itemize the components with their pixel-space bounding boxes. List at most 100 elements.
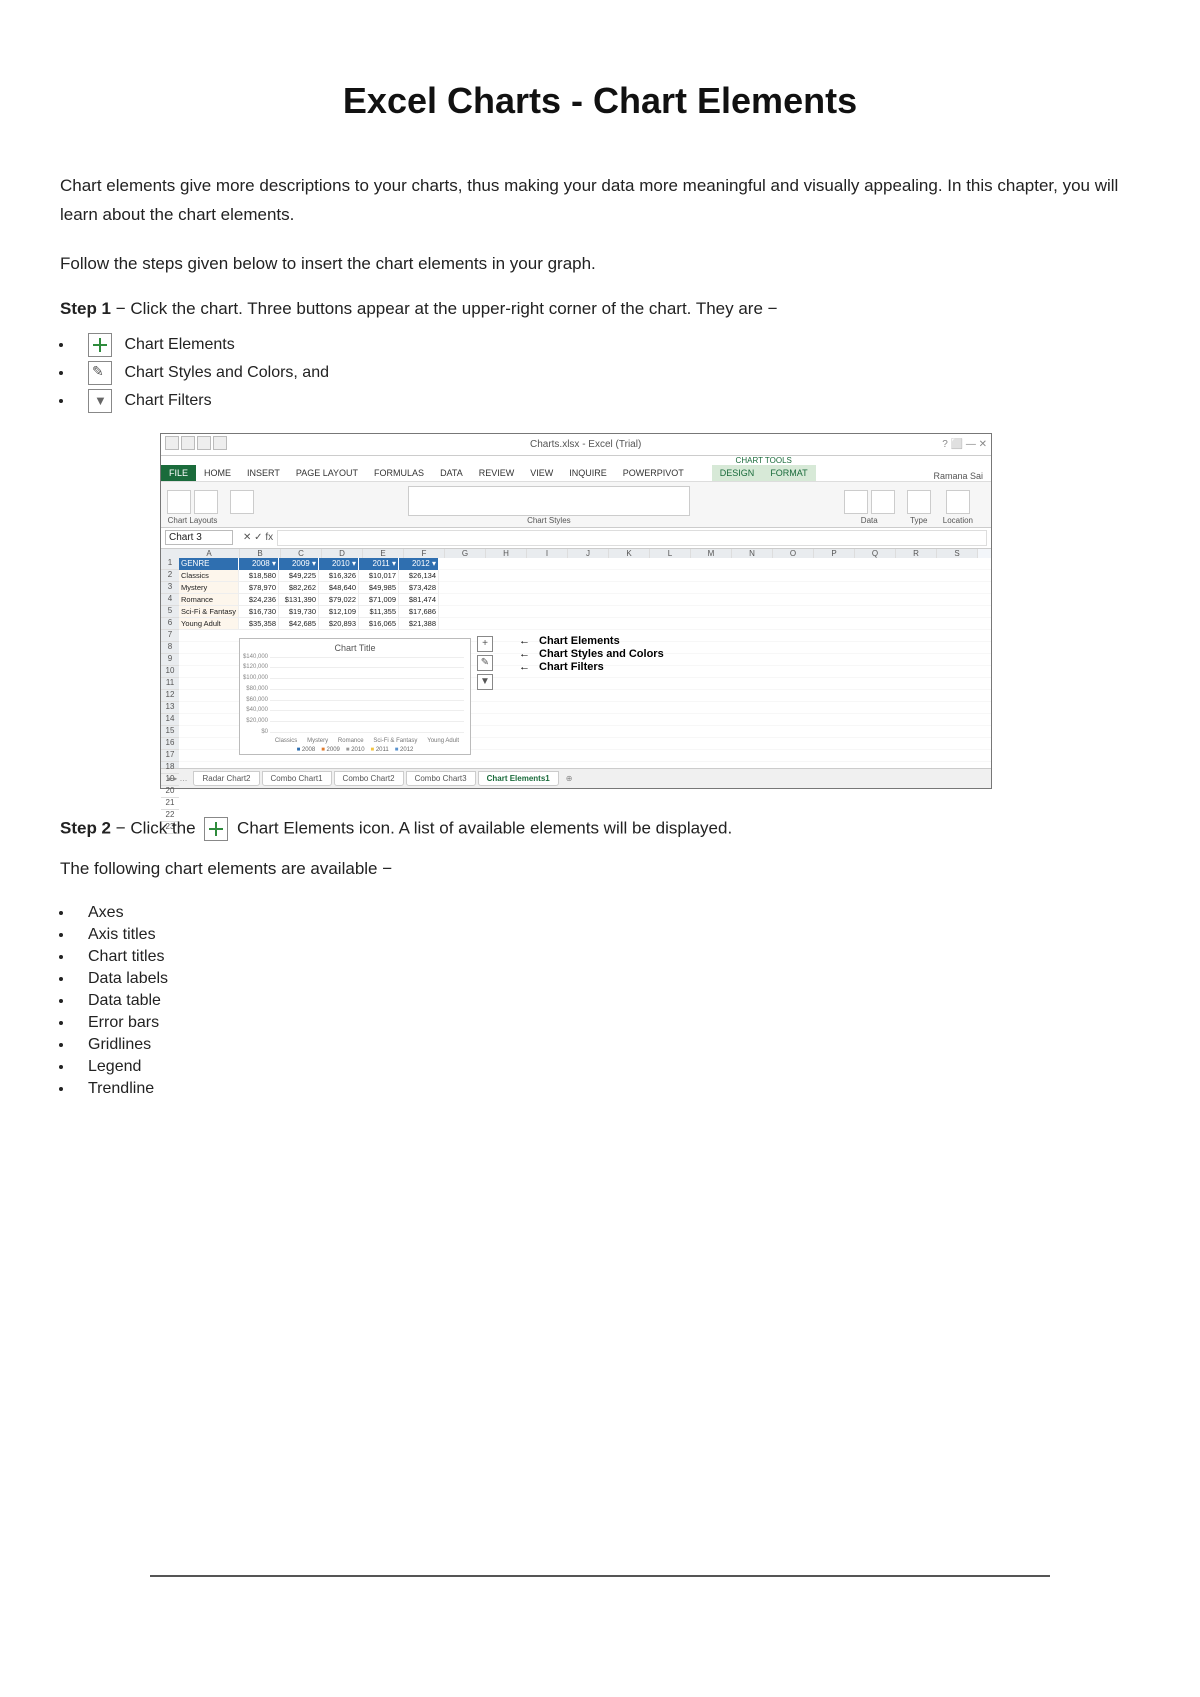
quick-access-toolbar[interactable] xyxy=(165,436,229,453)
tab-insert[interactable]: INSERT xyxy=(239,465,288,481)
chart-filters-button[interactable]: ▼ xyxy=(477,674,493,690)
row-header[interactable]: 13 xyxy=(161,702,179,714)
chart-legend[interactable]: 20082009201020112012 xyxy=(240,747,470,753)
column-header[interactable]: P xyxy=(814,549,855,558)
column-header[interactable]: N xyxy=(732,549,773,558)
select-data-button[interactable] xyxy=(871,490,895,514)
row-header[interactable]: 3 xyxy=(161,582,179,594)
row-header[interactable]: 21 xyxy=(161,798,179,810)
column-header[interactable]: G xyxy=(445,549,486,558)
tab-data[interactable]: DATA xyxy=(432,465,471,481)
column-headers[interactable]: ABCDEFGHIJKLMNOPQRS xyxy=(179,549,978,558)
window-controls[interactable]: ? ⬜ — ✕ xyxy=(942,439,987,450)
column-header[interactable]: A xyxy=(179,549,240,558)
row-header[interactable]: 14 xyxy=(161,714,179,726)
add-chart-element-button[interactable] xyxy=(167,490,191,514)
group-type-label: Type xyxy=(910,516,927,525)
move-chart-button[interactable] xyxy=(946,490,970,514)
chart-filters-bullet: Chart Filters xyxy=(74,389,1140,413)
user-name[interactable]: Ramana Sai xyxy=(933,471,991,481)
tab-file[interactable]: FILE xyxy=(161,465,196,481)
row-header[interactable]: 2 xyxy=(161,570,179,582)
available-elements-list: AxesAxis titlesChart titlesData labelsDa… xyxy=(74,904,1140,1098)
change-chart-type-button[interactable] xyxy=(907,490,931,514)
row-header[interactable]: 10 xyxy=(161,666,179,678)
change-colors-button[interactable] xyxy=(230,490,254,514)
available-line: The following chart elements are availab… xyxy=(60,855,1140,884)
row-header[interactable]: 4 xyxy=(161,594,179,606)
tab-formulas[interactable]: FORMULAS xyxy=(366,465,432,481)
chart-styles-label: Chart Styles and Colors, and xyxy=(124,364,329,381)
row-header[interactable]: 16 xyxy=(161,738,179,750)
new-sheet-button[interactable]: ⊕ xyxy=(561,772,578,785)
chart-plot-area[interactable]: $140,000$120,000$100,000$80,000$60,000$4… xyxy=(270,657,464,732)
tab-review[interactable]: REVIEW xyxy=(471,465,523,481)
step-1-line: Step 1 − Click the chart. Three buttons … xyxy=(60,299,1140,319)
column-header[interactable]: L xyxy=(650,549,691,558)
column-header[interactable]: I xyxy=(527,549,568,558)
sheet-nav-buttons[interactable]: ◂ ▸ … xyxy=(167,774,187,783)
worksheet-area[interactable]: 1234567891011121314151617181920212223 GE… xyxy=(161,558,991,768)
fx-controls[interactable]: ✕ ✓ fx xyxy=(243,532,273,543)
column-header[interactable]: M xyxy=(691,549,732,558)
inline-plus-icon xyxy=(204,817,228,841)
column-header[interactable]: O xyxy=(773,549,814,558)
sheet-tab[interactable]: Chart Elements1 xyxy=(478,771,559,786)
chart-elements-button[interactable]: + xyxy=(477,636,493,652)
row-header[interactable]: 18 xyxy=(161,762,179,774)
row-headers[interactable]: 1234567891011121314151617181920212223 xyxy=(161,558,179,768)
tab-page-layout[interactable]: PAGE LAYOUT xyxy=(288,465,366,481)
row-header[interactable]: 15 xyxy=(161,726,179,738)
row-header[interactable]: 20 xyxy=(161,786,179,798)
column-header[interactable]: S xyxy=(937,549,978,558)
column-header[interactable]: B xyxy=(240,549,281,558)
tab-inquire[interactable]: INQUIRE xyxy=(561,465,615,481)
group-type: Type xyxy=(907,490,931,525)
switch-row-column-button[interactable] xyxy=(844,490,868,514)
quick-layout-button[interactable] xyxy=(194,490,218,514)
chart-title[interactable]: Chart Title xyxy=(240,643,470,653)
formula-bar: Chart 3 ✕ ✓ fx xyxy=(161,528,991,549)
group-chart-styles-label: Chart Styles xyxy=(527,516,571,525)
tab-home[interactable]: HOME xyxy=(196,465,239,481)
column-header[interactable]: J xyxy=(568,549,609,558)
column-header[interactable]: Q xyxy=(855,549,896,558)
tab-view[interactable]: VIEW xyxy=(522,465,561,481)
row-header[interactable]: 8 xyxy=(161,642,179,654)
sheet-tab[interactable]: Combo Chart1 xyxy=(262,771,332,786)
row-header[interactable]: 5 xyxy=(161,606,179,618)
list-item: Axis titles xyxy=(74,926,1140,944)
group-chart-styles: Chart Styles xyxy=(266,486,832,525)
formula-input[interactable] xyxy=(277,530,987,546)
tab-format[interactable]: FORMAT xyxy=(762,465,815,481)
row-header[interactable]: 11 xyxy=(161,678,179,690)
sheet-tab[interactable]: Radar Chart2 xyxy=(193,771,259,786)
column-header[interactable]: R xyxy=(896,549,937,558)
row-header[interactable]: 6 xyxy=(161,618,179,630)
tab-design[interactable]: DESIGN xyxy=(712,465,763,481)
row-header[interactable]: 9 xyxy=(161,654,179,666)
row-header[interactable]: 17 xyxy=(161,750,179,762)
column-header[interactable]: C xyxy=(281,549,322,558)
chart-styles-gallery[interactable] xyxy=(408,486,690,516)
column-header[interactable]: F xyxy=(404,549,445,558)
intro-para-2: Follow the steps given below to insert t… xyxy=(60,250,1140,279)
tab-powerpivot[interactable]: POWERPIVOT xyxy=(615,465,692,481)
sheet-tab[interactable]: Combo Chart2 xyxy=(334,771,404,786)
list-item: Error bars xyxy=(74,1014,1140,1032)
row-header[interactable]: 7 xyxy=(161,630,179,642)
step-1-body: − Click the chart. Three buttons appear … xyxy=(111,299,778,318)
chart-styles-button[interactable]: ✎ xyxy=(477,655,493,671)
title-bar: Charts.xlsx - Excel (Trial) ? ⬜ — ✕ xyxy=(161,434,991,456)
column-header[interactable]: K xyxy=(609,549,650,558)
column-header[interactable]: H xyxy=(486,549,527,558)
ribbon-body: Chart Layouts Chart Styles Data Type xyxy=(161,481,991,528)
row-header[interactable]: 1 xyxy=(161,558,179,570)
name-box[interactable]: Chart 3 xyxy=(165,530,233,545)
sheet-tab[interactable]: Combo Chart3 xyxy=(406,771,476,786)
embedded-chart[interactable]: Chart Title $140,000$120,000$100,000$80,… xyxy=(239,638,471,755)
row-header[interactable]: 12 xyxy=(161,690,179,702)
column-header[interactable]: D xyxy=(322,549,363,558)
chart-styles-bullet: Chart Styles and Colors, and xyxy=(74,361,1140,385)
column-header[interactable]: E xyxy=(363,549,404,558)
